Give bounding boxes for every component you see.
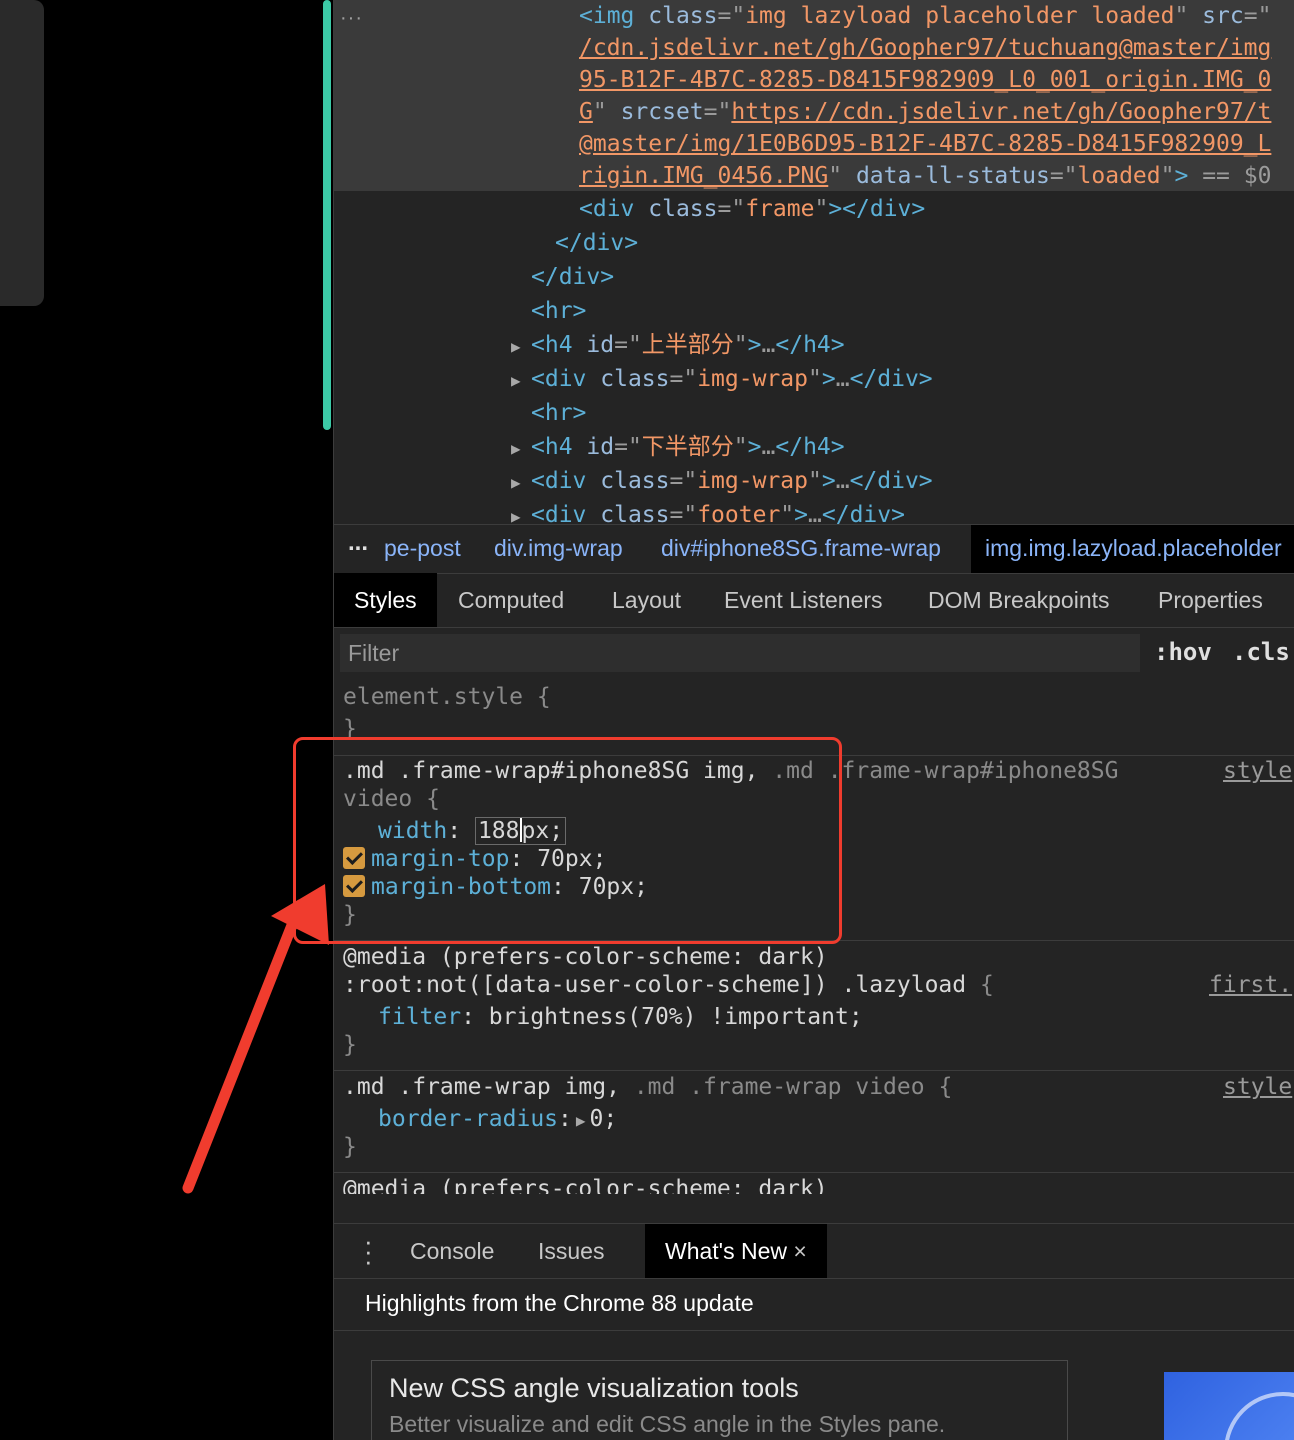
annotation-arrow-icon <box>182 884 329 1194</box>
